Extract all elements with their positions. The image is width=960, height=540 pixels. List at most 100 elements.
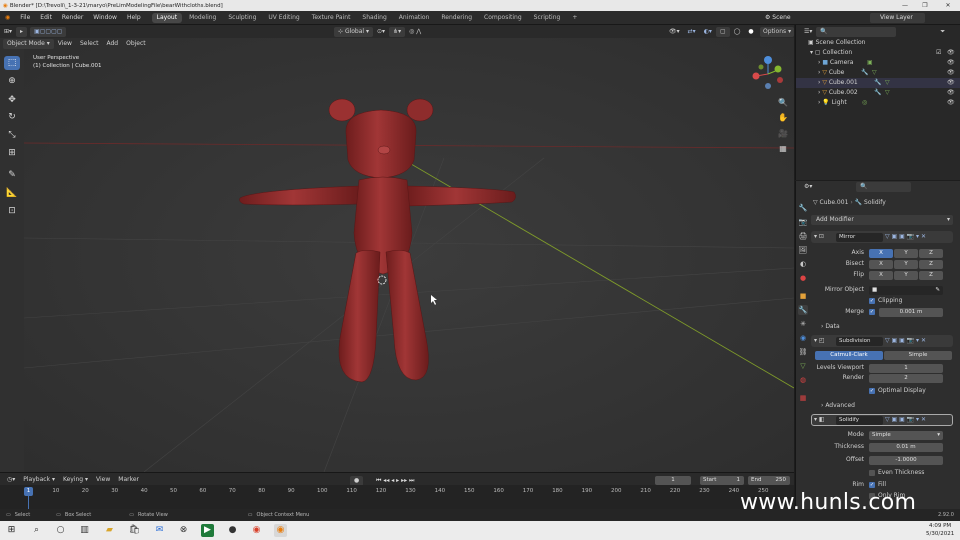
- menu-object[interactable]: Object: [122, 39, 150, 49]
- optimal-display-checkbox[interactable]: ✓: [869, 388, 875, 394]
- axis-x-toggle[interactable]: X: [869, 249, 893, 258]
- pivot-icon[interactable]: ⊙▾: [373, 27, 389, 37]
- even-thickness-checkbox[interactable]: [869, 470, 875, 476]
- snap-icon[interactable]: ⋔▾: [389, 27, 406, 37]
- transform-tool-icon[interactable]: ⊞: [4, 146, 20, 160]
- pan-hand-icon[interactable]: ✋: [777, 112, 789, 124]
- gizmo-icon[interactable]: ⇄▾: [684, 27, 700, 37]
- solidify-expand-icon[interactable]: ▾ ◧: [814, 415, 825, 425]
- add-cube-tool-icon[interactable]: ⊡: [4, 204, 20, 218]
- cortana-icon[interactable]: ○: [54, 524, 67, 537]
- menu-timeline-view[interactable]: View: [92, 475, 114, 485]
- object-mode-dropdown[interactable]: Object Mode ▾: [3, 39, 54, 49]
- tab-scripting[interactable]: Scripting: [529, 13, 566, 23]
- move-tool-icon[interactable]: ✥: [4, 93, 20, 107]
- end-frame-field[interactable]: End 250: [748, 476, 790, 485]
- overlay-icon[interactable]: ◐▾: [700, 27, 716, 37]
- visibility-eye-icon[interactable]: 👁: [947, 78, 955, 88]
- constraints-tab-icon[interactable]: ⛓: [798, 347, 808, 357]
- fill-checkbox[interactable]: ✓: [869, 482, 875, 488]
- scale-tool-icon[interactable]: ⤡: [4, 128, 20, 142]
- xray-icon[interactable]: ▢: [715, 27, 730, 37]
- viewport-canvas[interactable]: [24, 38, 794, 472]
- tab-layout[interactable]: Layout: [151, 12, 183, 23]
- visibility-eye-icon[interactable]: 👁: [947, 48, 955, 58]
- particles-tab-icon[interactable]: ✳: [798, 319, 808, 329]
- blender-taskbar-icon[interactable]: ◉: [274, 524, 287, 537]
- outliner-collection[interactable]: ▾ ▢ Collection ☑ 👁: [796, 48, 960, 58]
- outliner-row-light[interactable]: › 💡 Light ◎ 👁: [796, 98, 960, 108]
- add-modifier-button[interactable]: Add Modifier ▾: [811, 215, 953, 225]
- mirror-toggle-icons[interactable]: ▽ ▣ ▣ 📷 ▾ ✕: [885, 232, 926, 242]
- gizmo-y-icon[interactable]: [774, 65, 782, 73]
- windows-start-icon[interactable]: ⊞: [5, 524, 18, 537]
- bisect-z-toggle[interactable]: Z: [919, 260, 943, 269]
- tab-sculpting[interactable]: Sculpting: [223, 13, 261, 23]
- visibility-eye-icon[interactable]: 👁: [947, 98, 955, 108]
- mirror-object-field[interactable]: ■ ✎: [869, 286, 943, 295]
- menu-window[interactable]: Window: [88, 11, 122, 25]
- visibility-eye-icon[interactable]: 👁: [947, 58, 955, 68]
- flip-z-toggle[interactable]: Z: [919, 271, 943, 280]
- solidify-toggle-icons[interactable]: ▽ ▣ ▣ 📷 ▾ ✕: [885, 415, 926, 425]
- cursor-tool-icon[interactable]: ⊕: [4, 74, 20, 88]
- mode-dropdown[interactable]: Simple ▾: [869, 431, 943, 440]
- simple-button[interactable]: Simple: [884, 351, 952, 360]
- data-subpanel[interactable]: › Data: [821, 322, 840, 332]
- levels-viewport-field[interactable]: 1: [869, 364, 943, 373]
- scene-tab-icon[interactable]: ◐: [798, 259, 808, 269]
- view-layer-tab-icon[interactable]: 🖼: [798, 245, 808, 255]
- tab-modeling[interactable]: Modeling: [184, 13, 221, 23]
- camera-view-icon[interactable]: 🎥: [777, 128, 789, 140]
- visibility-eye-icon[interactable]: 👁: [947, 88, 955, 98]
- menu-view[interactable]: View: [54, 39, 76, 49]
- solidify-name-field[interactable]: Solidify: [836, 416, 883, 425]
- subdivision-name-field[interactable]: Subdivision: [836, 337, 883, 346]
- add-workspace-button[interactable]: +: [567, 13, 582, 23]
- mail-icon[interactable]: ✉: [153, 524, 166, 537]
- annotate-tool-icon[interactable]: ✎: [4, 168, 20, 182]
- chrome-icon[interactable]: ◉: [250, 524, 263, 537]
- subdivision-toggle-icons[interactable]: ▽ ▣ ▣ 📷 ▾ ✕: [885, 336, 926, 346]
- eyedropper-icon[interactable]: ✎: [935, 286, 940, 295]
- menu-file[interactable]: File: [15, 11, 35, 25]
- system-clock[interactable]: 4:09 PM 5/30/2021: [926, 522, 954, 538]
- menu-add[interactable]: Add: [102, 39, 122, 49]
- select-box-tool-icon[interactable]: ⬚: [4, 56, 20, 70]
- outliner-row-cube-002[interactable]: › ▽ Cube.002 🔧 ▽ 👁: [796, 88, 960, 98]
- store-icon[interactable]: 🛍: [128, 524, 141, 537]
- search-icon[interactable]: ⌕: [30, 524, 43, 537]
- properties-search-input[interactable]: 🔍: [856, 182, 912, 192]
- outliner-scene-collection[interactable]: ▣ Scene Collection: [796, 38, 960, 48]
- menu-select[interactable]: Select: [76, 39, 103, 49]
- merge-checkbox[interactable]: ✓: [869, 309, 875, 315]
- minimize-button[interactable]: —: [895, 0, 915, 11]
- merge-distance-field[interactable]: 0.001 m: [879, 308, 943, 317]
- tab-compositing[interactable]: Compositing: [479, 13, 527, 23]
- tab-rendering[interactable]: Rendering: [436, 13, 477, 23]
- selection-mode-group[interactable]: ▣▢▢▢▢: [30, 26, 67, 37]
- gizmo-neg-y-icon[interactable]: [758, 64, 764, 70]
- playhead[interactable]: 1: [24, 487, 33, 496]
- menu-keying[interactable]: Keying ▾: [59, 475, 92, 485]
- catmull-clark-button[interactable]: Catmull-Clark: [815, 351, 883, 360]
- gizmo-x-icon[interactable]: [752, 72, 760, 80]
- mirror-expand-icon[interactable]: ▾ ⊡: [814, 232, 824, 242]
- xbox-icon[interactable]: ⊗: [177, 524, 190, 537]
- flip-y-toggle[interactable]: Y: [894, 271, 918, 280]
- tool-tab-icon[interactable]: 🔧: [798, 203, 808, 213]
- app-icon[interactable]: ●: [226, 524, 239, 537]
- texture-tab-icon[interactable]: ▦: [798, 393, 808, 403]
- outliner-row-camera[interactable]: › ■ Camera ▣ 👁: [796, 58, 960, 68]
- timeline-editor-icon[interactable]: ◷▾: [3, 475, 19, 485]
- proportional-edit-icon[interactable]: ◎ ⋀: [405, 27, 425, 37]
- 3d-viewport[interactable]: User Perspective (1) Collection | Cube.0…: [24, 38, 794, 472]
- material-tab-icon[interactable]: ◍: [798, 375, 808, 385]
- editor-type-icon[interactable]: ◉: [0, 11, 15, 25]
- clipping-checkbox[interactable]: ✓: [869, 298, 875, 304]
- filter-icon[interactable]: ⏷: [936, 27, 949, 37]
- bisect-y-toggle[interactable]: Y: [894, 260, 918, 269]
- subdivision-expand-icon[interactable]: ▾ ◰: [814, 336, 825, 346]
- bisect-x-toggle[interactable]: X: [869, 260, 893, 269]
- mirror-name-field[interactable]: Mirror: [836, 233, 883, 242]
